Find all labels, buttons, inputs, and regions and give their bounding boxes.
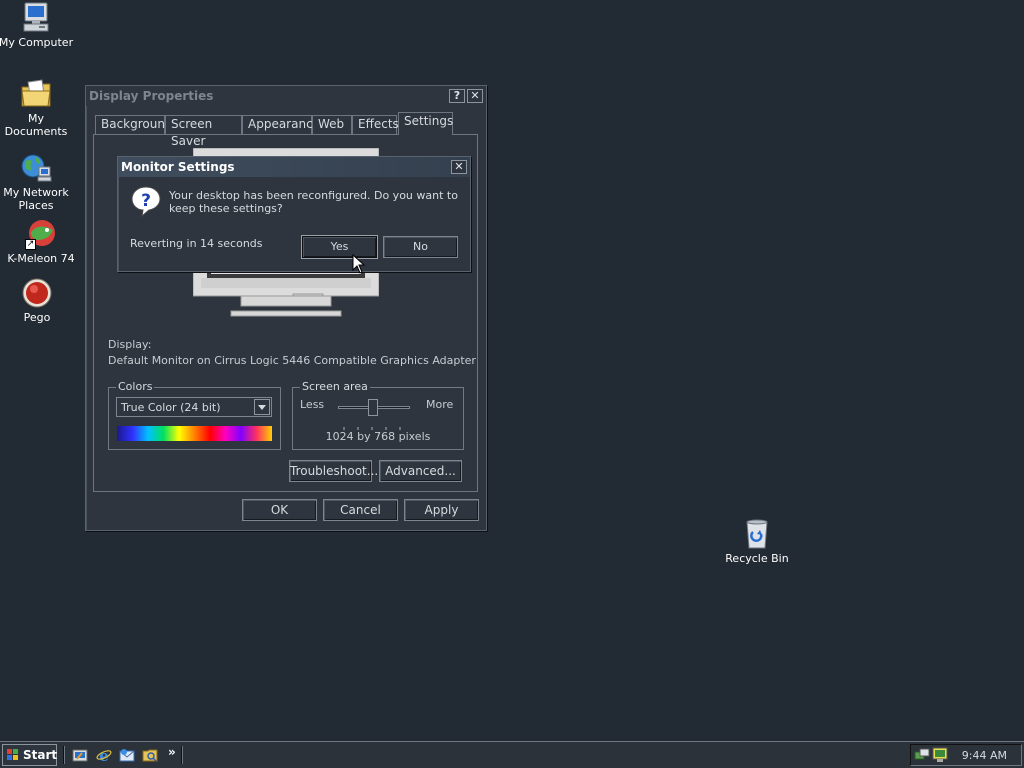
desktop-icon-k-meleon[interactable]: ↗ K-Meleon 74 [3, 218, 79, 265]
desktop-icon-label: Pego [23, 311, 51, 324]
mouse-cursor-icon [352, 253, 366, 278]
display-label: Display: [108, 338, 152, 351]
display-properties-titlebar[interactable]: Display Properties ? ✕ [86, 86, 486, 106]
desktop-icon-my-network-places[interactable]: My Network Places [0, 152, 74, 212]
revert-countdown: Reverting in 14 seconds [130, 237, 263, 250]
apply-button[interactable]: Apply [404, 499, 479, 521]
recycle-bin-icon [741, 518, 773, 550]
colors-legend: Colors [116, 380, 155, 393]
resolution-slider-thumb[interactable] [368, 399, 378, 416]
display-adapter-value: Default Monitor on Cirrus Logic 5446 Com… [108, 354, 476, 367]
no-button[interactable]: No [383, 236, 458, 258]
pego-icon [21, 277, 53, 309]
display-tray-icon[interactable] [932, 747, 948, 763]
help-button[interactable]: ? [449, 89, 465, 103]
clock[interactable]: 9:44 AM [962, 749, 1007, 762]
quicklaunch-overflow-chevron[interactable]: » [168, 745, 176, 759]
svg-text:e: e [99, 747, 109, 763]
close-button[interactable]: ✕ [451, 160, 467, 174]
shortcut-arrow-icon: ↗ [25, 239, 36, 250]
start-button[interactable]: Start [2, 744, 57, 766]
network-tray-icon[interactable] [914, 747, 930, 763]
question-icon: ? [130, 185, 162, 218]
computer-icon [20, 2, 52, 34]
kmeleon-icon: ↗ [25, 218, 57, 250]
quicklaunch-ie-icon[interactable]: e [96, 747, 112, 765]
resolution-value: 1024 by 768 pixels [325, 430, 431, 443]
folder-documents-icon [20, 78, 52, 110]
windows-logo-icon [6, 748, 20, 762]
window-title: Display Properties [89, 89, 214, 103]
close-button[interactable]: ✕ [467, 89, 483, 103]
colors-dropdown[interactable]: True Color (24 bit) [116, 397, 272, 417]
tab-effects[interactable]: Effects [352, 115, 399, 134]
quicklaunch-explorer-icon[interactable] [142, 747, 158, 763]
start-label: Start [23, 748, 58, 762]
advanced-button[interactable]: Advanced... [379, 460, 462, 482]
color-spectrum-bar [117, 426, 272, 441]
slider-ticks [342, 421, 412, 430]
desktop-icon-label: My Network Places [3, 186, 69, 212]
system-tray: 9:44 AM [910, 744, 1022, 766]
desktop-icon-my-documents[interactable]: My Documents [0, 78, 74, 138]
monitor-settings-dialog: Monitor Settings ✕ ? Your desktop has be… [117, 156, 471, 272]
taskbar: Start e » 9:44 AM [0, 741, 1024, 768]
dialog-message: Your desktop has been reconfigured. Do y… [169, 189, 458, 215]
chevron-down-icon[interactable] [254, 399, 270, 415]
desktop-icon-label: My Computer [0, 36, 74, 49]
tab-web[interactable]: Web [312, 115, 352, 134]
desktop-icon-recycle-bin[interactable]: Recycle Bin [719, 518, 795, 565]
network-icon [20, 152, 52, 184]
desktop-icon-label: My Documents [4, 112, 68, 138]
ok-button[interactable]: OK [242, 499, 317, 521]
quicklaunch-show-desktop-icon[interactable] [72, 747, 88, 763]
svg-text:?: ? [141, 191, 151, 211]
desktop-icon-label: Recycle Bin [725, 552, 789, 565]
colors-dropdown-value: True Color (24 bit) [121, 401, 221, 414]
less-label: Less [300, 398, 325, 411]
dialog-title: Monitor Settings [121, 160, 235, 174]
troubleshoot-button[interactable]: Troubleshoot... [289, 460, 378, 482]
monitor-settings-titlebar[interactable]: Monitor Settings ✕ [118, 157, 470, 177]
tab-settings[interactable]: Settings [398, 112, 453, 135]
tab-screen-saver[interactable]: Screen Saver [165, 115, 242, 148]
desktop-icon-pego[interactable]: Pego [0, 277, 75, 324]
more-label: More [426, 398, 454, 411]
cancel-button[interactable]: Cancel [323, 499, 398, 521]
quicklaunch-outlook-icon[interactable] [119, 747, 135, 763]
taskbar-separator [181, 746, 183, 764]
tab-background[interactable]: Background [95, 115, 173, 134]
desktop-icon-label: K-Meleon 74 [7, 252, 75, 265]
taskbar-separator [63, 746, 65, 764]
screen-area-legend: Screen area [300, 380, 370, 393]
desktop-icon-my-computer[interactable]: My Computer [0, 2, 74, 49]
tab-appearance[interactable]: Appearance [242, 115, 320, 134]
